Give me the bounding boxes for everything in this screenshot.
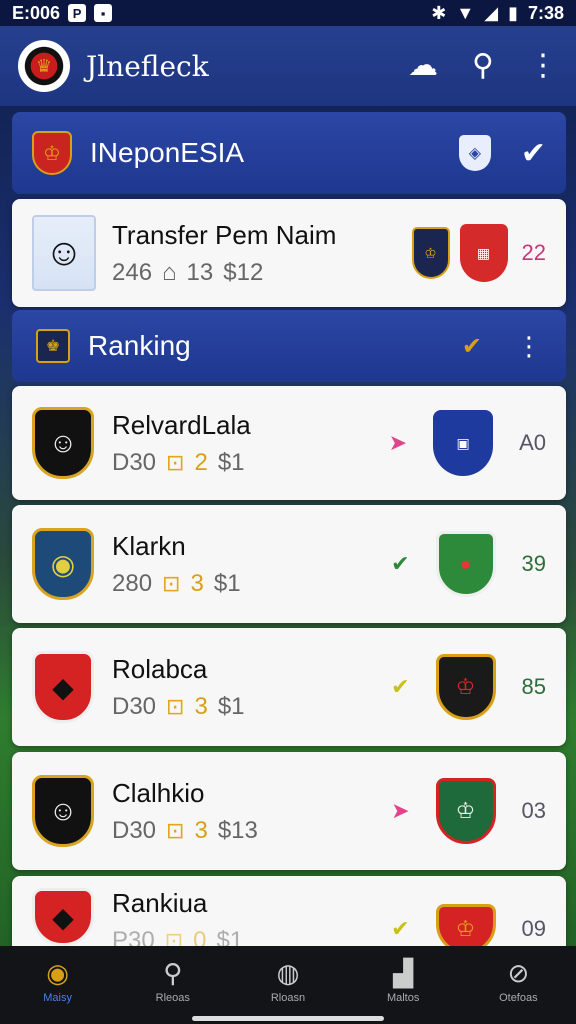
bluetooth-icon: ✱ xyxy=(431,2,447,23)
club-crest-icon: ▣ xyxy=(433,410,494,476)
ranking-row[interactable]: ☺ RelvardLala D30 ⊡ 2 $1 ➤ ▣ A0 xyxy=(12,386,566,500)
league-title: INeponESIA xyxy=(90,137,245,168)
ball-icon: ◍ xyxy=(276,958,300,988)
club-crest-icon: ● xyxy=(435,531,496,597)
app-logo[interactable]: ♛ xyxy=(18,40,70,92)
nav-label: Rloasn xyxy=(270,992,306,1004)
trend-arrow-icon: ➤ xyxy=(391,798,410,823)
search-icon[interactable]: ⚲ xyxy=(472,51,494,81)
ranking-row[interactable]: ◆ Rolabca D30 ⊡ 3 $1 ✔ ♔ 85 xyxy=(12,628,566,746)
player-value: 39 xyxy=(521,551,546,576)
ranking-row[interactable]: ☺ Clalhkio D30 ⊡ 3 $13 ➤ ♔ 03 xyxy=(12,752,566,870)
player-code: D30 xyxy=(112,448,157,476)
check-icon[interactable]: ✔ xyxy=(521,136,546,171)
player-code: D30 xyxy=(112,816,157,844)
compass-icon: ⊘ xyxy=(507,958,530,988)
player-name: Clalhkio xyxy=(112,777,205,808)
lock-icon: ⌂ xyxy=(162,258,177,286)
ranking-row[interactable]: ◉ Klarkn 280 ⊡ 3 $1 ✔ ● 39 xyxy=(12,505,566,623)
nav-home[interactable]: ◉ Maisy xyxy=(18,958,98,1004)
trend-arrow-icon: ➤ xyxy=(388,430,408,455)
nav-search[interactable]: ⚲ Rleoas xyxy=(133,958,213,1004)
club-crest-icon: ▦ xyxy=(459,224,508,282)
cloud-icon[interactable]: ☁ xyxy=(408,51,438,81)
lock-icon: ⊡ xyxy=(162,570,181,596)
player-badge-icon: ☺ xyxy=(32,775,94,847)
league-header[interactable]: ♔ INeponESIA ◈ ✔ xyxy=(12,112,566,194)
player-name: Rolabca xyxy=(112,653,208,684)
player-level: 3 xyxy=(190,569,204,597)
transfer-count: 22 xyxy=(521,240,546,265)
nav-ball[interactable]: ◍ Rloasn xyxy=(248,958,328,1004)
lock-icon: ⊡ xyxy=(166,817,185,843)
app-title: Jlnefleck xyxy=(86,49,209,83)
player-value: 09 xyxy=(521,916,546,941)
status-time-left: E:006 xyxy=(12,2,61,23)
home-icon: ◉ xyxy=(46,958,69,988)
player-level: 2 xyxy=(194,448,208,476)
player-price: $1 xyxy=(213,569,241,597)
club-crest-icon: ♔ xyxy=(435,778,496,844)
nav-label: Rleoas xyxy=(155,992,190,1004)
player-code: D30 xyxy=(112,692,157,720)
bottom-navigation: ◉ Maisy ⚲ Rleoas ◍ Rloasn ▟ Maltos ⊘ Ote… xyxy=(0,946,576,1024)
trend-arrow-icon: ✔ xyxy=(391,916,410,941)
player-price: $13 xyxy=(217,816,258,844)
player-photo: ☺ xyxy=(32,215,96,291)
player-price: $1 xyxy=(217,448,245,476)
club-badge-icon: ◈ xyxy=(458,135,491,171)
club-crest-icon: ♔ xyxy=(411,227,450,279)
player-name: RelvardLala xyxy=(112,409,251,440)
ranking-row[interactable]: ◆ Rankiua P30 ⊡ 0 $1 ✔ ♔ 09 xyxy=(12,876,566,954)
status-time-right: 7:38 xyxy=(527,2,564,23)
transfer-stat-c: $12 xyxy=(223,258,264,286)
player-badge-icon: ☺ xyxy=(32,407,94,479)
ranking-trophy-icon: ♚ xyxy=(36,329,70,363)
club-badge-icon: ◆ xyxy=(32,651,94,723)
transfer-stat-a: 246 xyxy=(112,258,153,286)
player-price: $1 xyxy=(217,692,245,720)
player-name: Klarkn xyxy=(112,530,186,561)
battery-icon: ▮ xyxy=(508,2,518,23)
more-options-icon[interactable]: ⋮ xyxy=(516,331,542,362)
nav-label: Otefoas xyxy=(499,992,538,1004)
league-crest-icon: ♔ xyxy=(32,131,72,175)
transfer-card[interactable]: ☺ Transfer Pem Naim 246 ⌂ 13 $12 ♔ ▦ 22 xyxy=(12,199,566,307)
nav-label: Maisy xyxy=(43,992,72,1004)
player-level: 3 xyxy=(194,816,208,844)
lock-icon: ⊡ xyxy=(166,693,185,719)
notification-p-icon: P xyxy=(68,4,87,22)
status-bar: E:006 P ▪ ✱ ▼ ◢ ▮ 7:38 xyxy=(0,0,576,26)
transfer-title: Transfer Pem Naim xyxy=(112,219,337,250)
notification-app-icon: ▪ xyxy=(94,4,113,22)
trend-arrow-icon: ✔ xyxy=(391,551,410,576)
more-options-icon[interactable]: ⋮ xyxy=(528,51,558,81)
stats-icon: ▟ xyxy=(393,958,414,988)
lock-icon: ⊡ xyxy=(166,449,185,475)
sort-icon[interactable]: ✔ xyxy=(462,332,482,361)
club-badge-icon: ◆ xyxy=(32,888,94,946)
club-crest-icon: ♔ xyxy=(435,654,496,720)
player-value: 85 xyxy=(521,674,546,699)
player-value: A0 xyxy=(519,430,546,455)
ranking-title: Ranking xyxy=(88,330,191,361)
search-icon: ⚲ xyxy=(163,958,183,988)
nav-compass[interactable]: ⊘ Otefoas xyxy=(478,958,558,1004)
wifi-icon: ▼ xyxy=(456,2,475,23)
nav-stats[interactable]: ▟ Maltos xyxy=(363,958,443,1004)
player-name: Rankiua xyxy=(112,888,208,918)
player-level: 3 xyxy=(194,692,208,720)
player-value: 03 xyxy=(521,798,546,823)
nav-label: Maltos xyxy=(386,992,420,1004)
transfer-stat-b: 13 xyxy=(186,258,214,286)
trend-arrow-icon: ✔ xyxy=(391,674,410,699)
home-indicator[interactable] xyxy=(192,1016,384,1021)
signal-icon: ◢ xyxy=(484,2,499,23)
club-badge-icon: ◉ xyxy=(32,528,94,600)
ranking-header[interactable]: ♚ Ranking ✔ ⋮ xyxy=(12,310,566,382)
app-bar: ♛ Jlnefleck ☁ ⚲ ⋮ xyxy=(0,26,576,106)
player-code: 280 xyxy=(112,569,153,597)
